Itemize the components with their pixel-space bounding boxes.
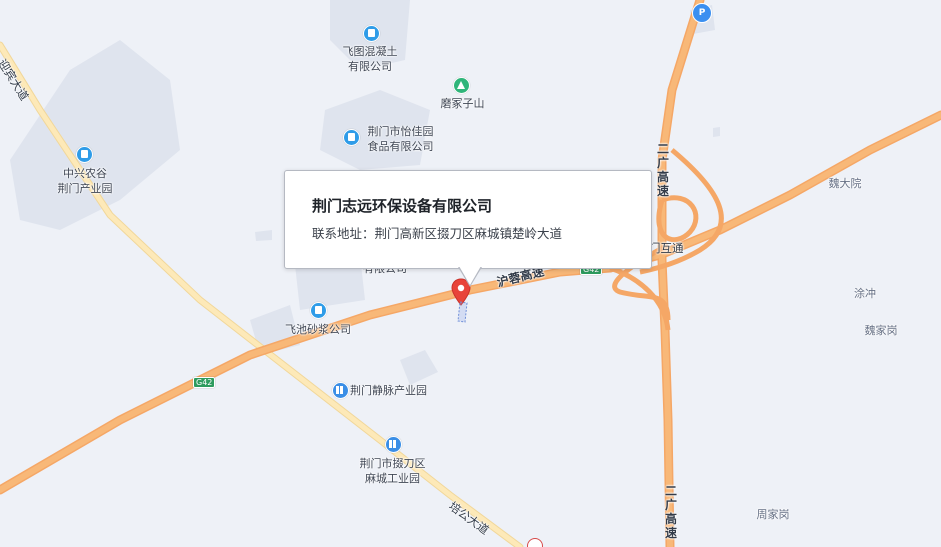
company-icon[interactable] [310, 302, 327, 319]
road-label-interchange: 门互通 [649, 241, 684, 255]
poi-madeng[interactable]: 荆门市掇刀区 麻城工业园 [350, 456, 435, 486]
area-small-2 [255, 230, 272, 241]
poi-zhongxing-line2: 荆门产业园 [57, 182, 113, 195]
area-zhongxing [10, 40, 180, 230]
map-canvas[interactable]: 飞图混凝土 有限公司 磨冢子山 荆门市怡佳园 食品有限公司 中兴农谷 荆门产业园… [0, 0, 941, 547]
poi-madeng-line1: 荆门市掇刀区 [359, 457, 426, 470]
info-popup[interactable]: 荆门志远环保设备有限公司 联系地址：荆门高新区掇刀区麻城镇楚岭大道 [284, 170, 652, 287]
poi-feitu-line2: 有限公司 [348, 60, 392, 73]
poi-feitu[interactable]: 飞图混凝土 有限公司 [325, 44, 415, 74]
char: 高 [664, 512, 677, 526]
poi-zhongxing[interactable]: 中兴农谷 荆门产业园 [45, 166, 125, 196]
char: 速 [656, 184, 669, 198]
marker-footprint [457, 301, 468, 323]
poi-madeng-line2: 麻城工业园 [365, 472, 420, 485]
poi-feichi[interactable]: 飞池砂浆公司 [278, 322, 358, 337]
company-icon[interactable] [385, 436, 402, 453]
company-icon[interactable] [363, 25, 380, 42]
poi-yijiayuan-line1: 荆门市怡佳园 [367, 125, 434, 138]
popup-pointer [458, 266, 482, 287]
area-small-1 [400, 350, 438, 385]
service-area-icon[interactable]: P [692, 3, 712, 23]
area-small-3 [713, 127, 720, 137]
place-weijiagang: 魏家岗 [864, 324, 898, 337]
road-label-erguang-top: 二 广 高 速 [656, 142, 670, 198]
popup-title: 荆门志远环保设备有限公司 [312, 197, 493, 215]
mountain-icon[interactable] [453, 77, 470, 94]
char: 广 [656, 156, 669, 170]
place-tuchong: 涂冲 [854, 287, 876, 300]
company-icon[interactable] [76, 146, 93, 163]
char: 二 [656, 142, 669, 156]
company-icon[interactable] [332, 382, 349, 399]
popup-address: 联系地址：荆门高新区掇刀区麻城镇楚岭大道 [312, 226, 563, 241]
char: 广 [664, 498, 677, 512]
poi-jingmai[interactable]: 荆门静脉产业园 [350, 383, 440, 398]
poi-yijiayuan[interactable]: 荆门市怡佳园 食品有限公司 [358, 124, 443, 154]
partial-poi-icon[interactable] [527, 538, 543, 547]
char: 高 [656, 170, 669, 184]
place-zhoujiagang: 周家岗 [756, 508, 790, 521]
highway-shield-g42: G42 [193, 377, 216, 388]
road-label-erguang-bottom: 二 广 高 速 [664, 484, 678, 540]
poi-zhongxing-line1: 中兴农谷 [63, 167, 107, 180]
char: 速 [664, 526, 677, 540]
road-erguang-inner [659, 0, 703, 547]
poi-yijiayuan-line2: 食品有限公司 [367, 140, 434, 153]
poi-feitu-line1: 飞图混凝土 [342, 45, 398, 58]
poi-mojiazishan[interactable]: 磨冢子山 [425, 96, 500, 111]
char: 二 [664, 484, 677, 498]
place-weidayuan: 魏大院 [828, 177, 862, 190]
